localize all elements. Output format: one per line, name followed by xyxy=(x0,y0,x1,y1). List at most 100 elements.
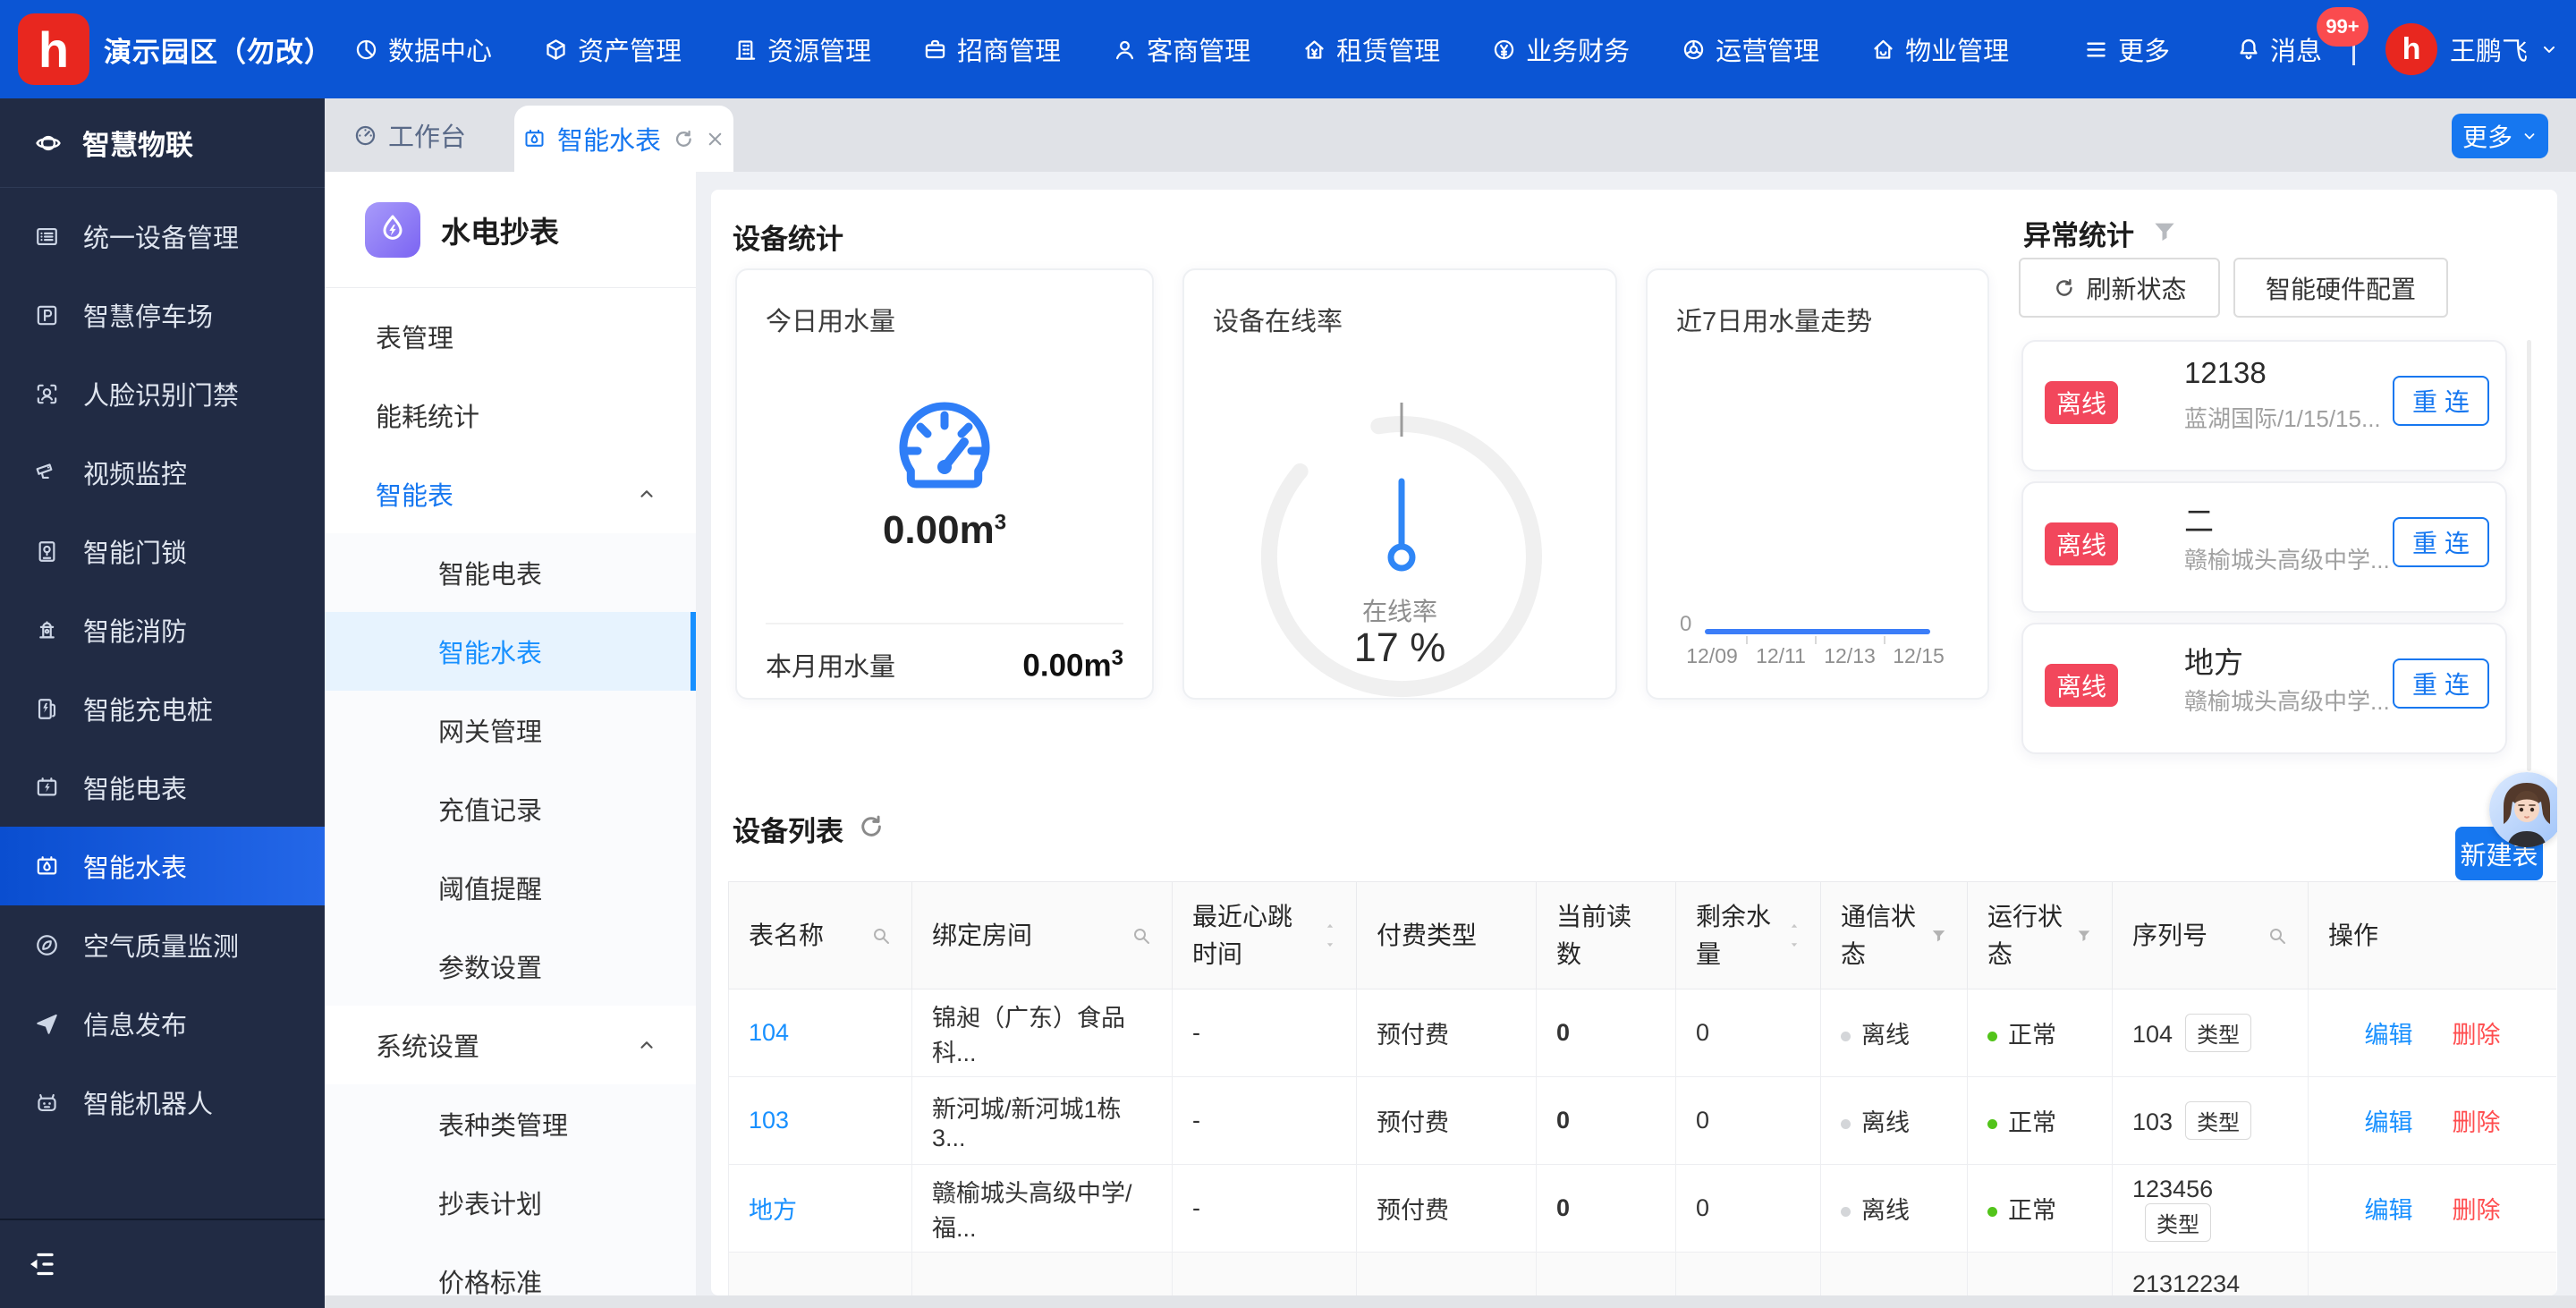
messages-label: 消息 xyxy=(2270,30,2322,68)
nav-item-cube[interactable]: 资产管理 xyxy=(544,30,682,68)
device-list-title: 设备列表 xyxy=(733,809,843,849)
type-tag[interactable]: 类型 xyxy=(2145,1203,2211,1242)
filter-icon[interactable] xyxy=(2151,218,2178,245)
caret-down-icon xyxy=(1788,937,1801,949)
edit-link[interactable]: 编辑 xyxy=(2365,1197,2413,1224)
reconnect-button[interactable]: 重连 xyxy=(2393,658,2489,709)
column-header[interactable]: 序列号 xyxy=(2113,882,2309,989)
refresh-status-button[interactable]: 刷新状态 xyxy=(2019,258,2220,318)
sidebar-item-hydrant[interactable]: 智能消防 xyxy=(0,590,325,669)
type-tag[interactable]: 类型 xyxy=(2185,1101,2251,1140)
column-header[interactable]: 运行状态 xyxy=(1968,882,2113,989)
tab-workbench[interactable]: 工作台 xyxy=(353,98,466,172)
submenu-item[interactable]: 阈值提醒 xyxy=(325,848,696,927)
sidebar-item-cctv[interactable]: 视频监控 xyxy=(0,433,325,512)
column-header[interactable]: 表名称 xyxy=(729,882,912,989)
nav-item-more[interactable]: 更多 xyxy=(2084,30,2170,68)
nav-item-person[interactable]: 客商管理 xyxy=(1113,30,1250,68)
column-label: 通信状态 xyxy=(1841,898,1923,973)
edit-link[interactable]: 编辑 xyxy=(2365,1022,2413,1049)
sort-icon[interactable] xyxy=(1324,922,1336,949)
tab-close-icon[interactable] xyxy=(705,129,725,149)
sidebar-item-leaf[interactable]: 空气质量监测 xyxy=(0,905,325,984)
column-header: 当前读数 xyxy=(1537,882,1676,989)
submenu-item-label: 能耗统计 xyxy=(376,396,479,434)
nav-item-aperture[interactable]: 运营管理 xyxy=(1682,30,1819,68)
delete-link[interactable]: 删除 xyxy=(2453,1109,2501,1136)
column-label: 运行状态 xyxy=(1987,898,2069,973)
hardware-config-button[interactable]: 智能硬件配置 xyxy=(2233,258,2448,318)
delete-link[interactable]: 删除 xyxy=(2453,1197,2501,1224)
nav-more-label: 更多 xyxy=(2118,30,2170,68)
submenu-item[interactable]: 表种类管理 xyxy=(325,1084,696,1163)
tab-bar: 工作台 智能水表 更多 xyxy=(325,98,2576,172)
reconnect-button[interactable]: 重连 xyxy=(2393,376,2489,426)
column-header[interactable]: 通信状态 xyxy=(1821,882,1968,989)
submenu-item[interactable]: 智能水表 xyxy=(325,612,696,691)
device-table: 表名称绑定房间最近心跳时间付费类型当前读数剩余水量通信状态运行状态序列号操作10… xyxy=(728,881,2556,1295)
cell xyxy=(1821,1253,1968,1296)
brand-logo[interactable]: h xyxy=(18,13,89,85)
nav-item-yen-circle[interactable]: 业务财务 xyxy=(1492,30,1630,68)
messages-button[interactable]: 消息 99+ xyxy=(2236,30,2322,68)
bottom-strip xyxy=(325,1295,2576,1308)
nav-item-briefcase[interactable]: 招商管理 xyxy=(923,30,1061,68)
robot-icon xyxy=(34,1090,60,1116)
submenu-panel: 水电抄表 表管理能耗统计智能表智能电表智能水表网关管理充值记录阈值提醒参数设置系… xyxy=(325,172,696,1295)
nav-item-home[interactable]: 物业管理 xyxy=(1871,30,2009,68)
user-menu[interactable]: h 王鹏飞 xyxy=(2385,23,2558,75)
exception-card: 离线地方赣榆城头高级中学...重连 xyxy=(2021,623,2507,754)
submenu-item[interactable]: 智能电表 xyxy=(325,533,696,612)
submenu-item[interactable]: 智能表 xyxy=(325,454,696,533)
column-header[interactable]: 剩余水量 xyxy=(1676,882,1821,989)
device-name-link[interactable]: 地方 xyxy=(749,1197,797,1224)
submenu-item[interactable]: 充值记录 xyxy=(325,769,696,848)
search-icon[interactable] xyxy=(1131,925,1152,947)
submenu-item[interactable]: 抄表计划 xyxy=(325,1163,696,1242)
card-today-water-usage: 今日用水量 0.00m3 本月用水量 0.00m3 xyxy=(735,268,1154,700)
filter-icon[interactable] xyxy=(2076,926,2092,946)
type-tag[interactable]: 类型 xyxy=(2185,1014,2251,1052)
sidebar-item-label: 智能电表 xyxy=(83,769,187,806)
sidebar-item-meter-drop[interactable]: 智能水表 xyxy=(0,827,325,905)
device-name-link[interactable]: 103 xyxy=(749,1107,789,1134)
sidebar-item-device-list[interactable]: 统一设备管理 xyxy=(0,197,325,276)
submenu-item[interactable]: 参数设置 xyxy=(325,927,696,1006)
submenu-item[interactable]: 表管理 xyxy=(325,297,696,376)
search-icon[interactable] xyxy=(2267,925,2288,947)
tab-refresh-icon[interactable] xyxy=(672,128,694,150)
nav-item-house-yen[interactable]: 租赁管理 xyxy=(1302,30,1440,68)
search-icon[interactable] xyxy=(870,925,892,947)
sidebar-item-paper-plane[interactable]: 信息发布 xyxy=(0,984,325,1063)
submenu-item[interactable]: 价格标准 xyxy=(325,1242,696,1295)
column-header[interactable]: 绑定房间 xyxy=(912,882,1173,989)
tabbar-more-button[interactable]: 更多 xyxy=(2452,114,2548,158)
delete-link[interactable]: 删除 xyxy=(2453,1022,2501,1049)
reconnect-button[interactable]: 重连 xyxy=(2393,517,2489,567)
exception-list-scrollbar[interactable] xyxy=(2527,340,2531,771)
submenu-item[interactable]: 网关管理 xyxy=(325,691,696,769)
collapse-sidebar-icon[interactable] xyxy=(25,1248,57,1280)
device-name-link[interactable]: 104 xyxy=(749,1019,789,1046)
nav-item-pie[interactable]: 数据中心 xyxy=(354,30,492,68)
tab-smart-water-meter[interactable]: 智能水表 xyxy=(514,106,733,172)
sort-icon[interactable] xyxy=(1788,922,1801,949)
sidebar-item-door-lock[interactable]: 智能门锁 xyxy=(0,512,325,590)
assistant-avatar[interactable] xyxy=(2489,772,2557,847)
filter-icon[interactable] xyxy=(1930,926,1947,946)
device-list-refresh-icon[interactable] xyxy=(856,812,885,841)
sidebar-item-meter-bolt[interactable]: 智能电表 xyxy=(0,748,325,827)
sidebar-item-charger[interactable]: 智能充电桩 xyxy=(0,669,325,748)
table-row: 104锦昶（广东）食品科...-预付费00离线正常104类型编辑删除 xyxy=(729,989,2557,1077)
column-header[interactable]: 最近心跳时间 xyxy=(1173,882,1357,989)
submenu-item[interactable]: 系统设置 xyxy=(325,1006,696,1084)
submenu-item[interactable]: 能耗统计 xyxy=(325,376,696,454)
edit-link[interactable]: 编辑 xyxy=(2365,1109,2413,1136)
sidebar-item-face-scan[interactable]: 人脸识别门禁 xyxy=(0,354,325,433)
sidebar-item-robot[interactable]: 智能机器人 xyxy=(0,1063,325,1142)
caret-up-icon xyxy=(1324,922,1336,934)
tab-workbench-label: 工作台 xyxy=(388,116,466,154)
nav-item-building[interactable]: 资源管理 xyxy=(733,30,871,68)
exception-device-name: 地方 xyxy=(2184,639,2243,682)
sidebar-item-parking[interactable]: 智慧停车场 xyxy=(0,276,325,354)
